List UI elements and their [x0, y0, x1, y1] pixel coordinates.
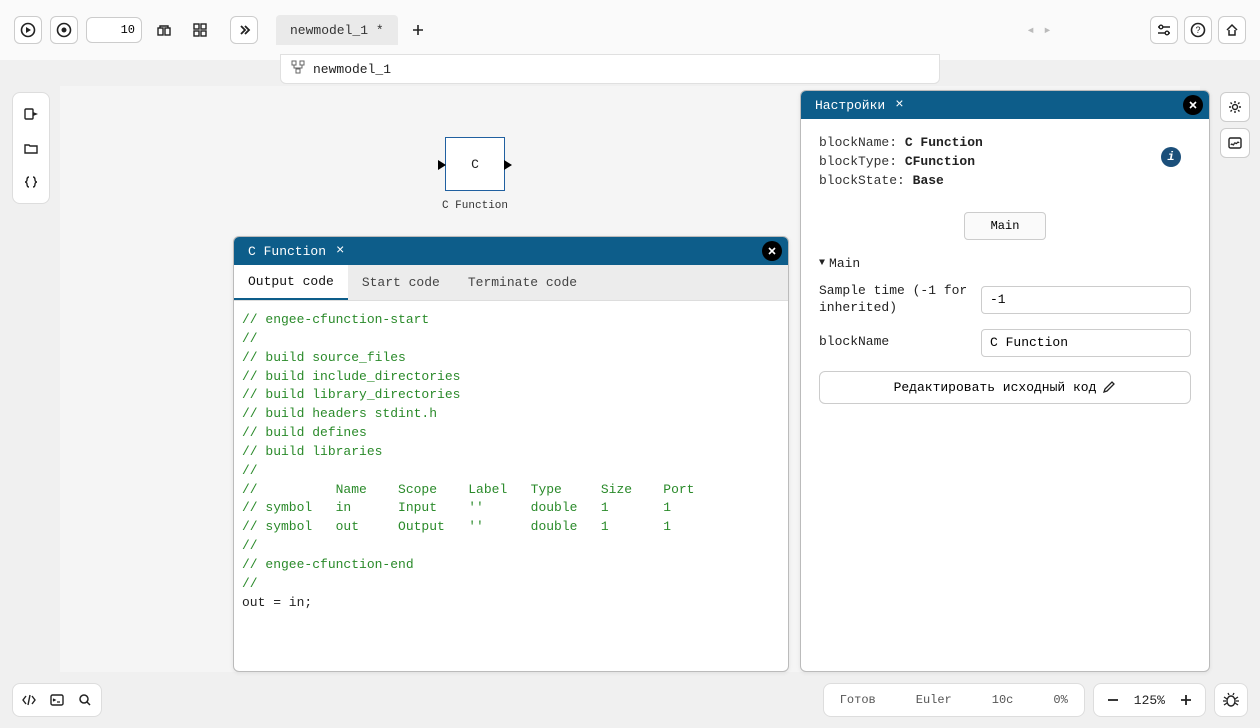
settings-title: Настройки [811, 98, 889, 113]
library-icon[interactable] [150, 16, 178, 44]
gear-icon[interactable] [1220, 92, 1250, 122]
search-icon[interactable] [71, 686, 99, 714]
tab-terminate-code[interactable]: Terminate code [454, 265, 591, 300]
section-main[interactable]: ▼ Main [819, 256, 1191, 271]
settings-panel: Настройки × blockName: C Function blockT… [800, 90, 1210, 672]
settings-header[interactable]: Настройки × [801, 91, 1209, 119]
sim-time-input[interactable] [86, 17, 142, 43]
terminal-icon[interactable] [43, 686, 71, 714]
status-ready: Готов [840, 693, 876, 707]
status-duration: 10с [992, 693, 1014, 707]
zoom-out-button[interactable] [1102, 689, 1124, 711]
blockname-label: blockName [819, 334, 969, 351]
meta-blockstate: blockState: Base [819, 173, 1191, 188]
settings-close-icon[interactable] [1183, 95, 1203, 115]
sample-time-label: Sample time (-1 for inherited) [819, 283, 969, 317]
info-icon[interactable]: i [1161, 147, 1181, 167]
main-mode-button[interactable]: Main [964, 212, 1047, 240]
tab-nav-arrows[interactable]: ◂ ▸ [1026, 22, 1051, 39]
blockname-input[interactable] [981, 329, 1191, 357]
pencil-icon [1102, 380, 1116, 394]
blocks-icon[interactable] [186, 16, 214, 44]
debug-icon[interactable] [1214, 683, 1248, 717]
settings-tab-close-icon[interactable]: × [895, 97, 903, 113]
sample-time-input[interactable] [981, 286, 1191, 314]
right-toolbar [1220, 92, 1252, 158]
file-tab[interactable]: newmodel_1 * [276, 15, 398, 45]
input-port-icon[interactable] [438, 160, 446, 170]
play-button[interactable] [14, 16, 42, 44]
top-toolbar: newmodel_1 * ◂ ▸ ? [0, 0, 1260, 60]
status-pill: Готов Euler 10с 0% [823, 683, 1085, 717]
meta-blocktype: blockType: CFunction [819, 154, 1191, 169]
edit-source-button[interactable]: Редактировать исходный код [819, 371, 1191, 404]
open-folder-icon[interactable] [13, 131, 49, 165]
block-letter: C [471, 157, 479, 172]
settings-sliders-icon[interactable] [1150, 16, 1178, 44]
braces-icon[interactable] [13, 165, 49, 199]
sample-time-row: Sample time (-1 for inherited) [819, 283, 1191, 317]
help-icon[interactable]: ? [1184, 16, 1212, 44]
add-tab-button[interactable] [404, 16, 432, 44]
stop-button[interactable] [50, 16, 78, 44]
block-label: C Function [425, 200, 525, 212]
status-progress: 0% [1053, 693, 1067, 707]
svg-text:?: ? [1195, 25, 1200, 35]
zoom-controls: 125% [1093, 683, 1206, 717]
output-port-icon[interactable] [504, 160, 512, 170]
tab-output-code[interactable]: Output code [234, 265, 348, 300]
home-icon[interactable] [1218, 16, 1246, 44]
expand-button[interactable] [230, 16, 258, 44]
meta-blockname: blockName: C Function [819, 135, 1191, 150]
settings-body: blockName: C Function blockType: CFuncti… [801, 119, 1209, 420]
zoom-in-button[interactable] [1175, 689, 1197, 711]
scope-icon[interactable] [1220, 128, 1250, 158]
zoom-value: 125% [1134, 693, 1165, 708]
code-editor-panel: C Function × Output code Start code Term… [233, 236, 789, 672]
tab-close-icon[interactable]: × [336, 243, 344, 259]
top-right-controls: ? [1150, 16, 1246, 44]
file-tab-label: newmodel_1 * [290, 23, 384, 38]
c-function-block[interactable]: C [445, 137, 505, 191]
bottom-left-tools [12, 683, 102, 717]
blockname-row: blockName [819, 329, 1191, 357]
code-panel-header[interactable]: C Function × [234, 237, 788, 265]
bottom-bar: Готов Euler 10с 0% 125% [12, 680, 1248, 720]
run-model-icon[interactable] [13, 97, 49, 131]
caret-down-icon: ▼ [819, 258, 825, 269]
code-tabs: Output code Start code Terminate code [234, 265, 788, 301]
tab-start-code[interactable]: Start code [348, 265, 454, 300]
left-toolbar [12, 92, 50, 204]
tab-strip: newmodel_1 * ◂ ▸ [276, 15, 432, 45]
code-panel-title: C Function [244, 244, 330, 259]
sim-controls [14, 16, 258, 44]
breadcrumb-text[interactable]: newmodel_1 [313, 62, 391, 77]
panel-close-icon[interactable] [762, 241, 782, 261]
status-method: Euler [916, 693, 952, 707]
code-body[interactable]: // engee-cfunction-start // // build sou… [234, 301, 788, 671]
breadcrumb: newmodel_1 [280, 54, 940, 84]
code-icon[interactable] [15, 686, 43, 714]
model-tree-icon[interactable] [291, 60, 305, 78]
